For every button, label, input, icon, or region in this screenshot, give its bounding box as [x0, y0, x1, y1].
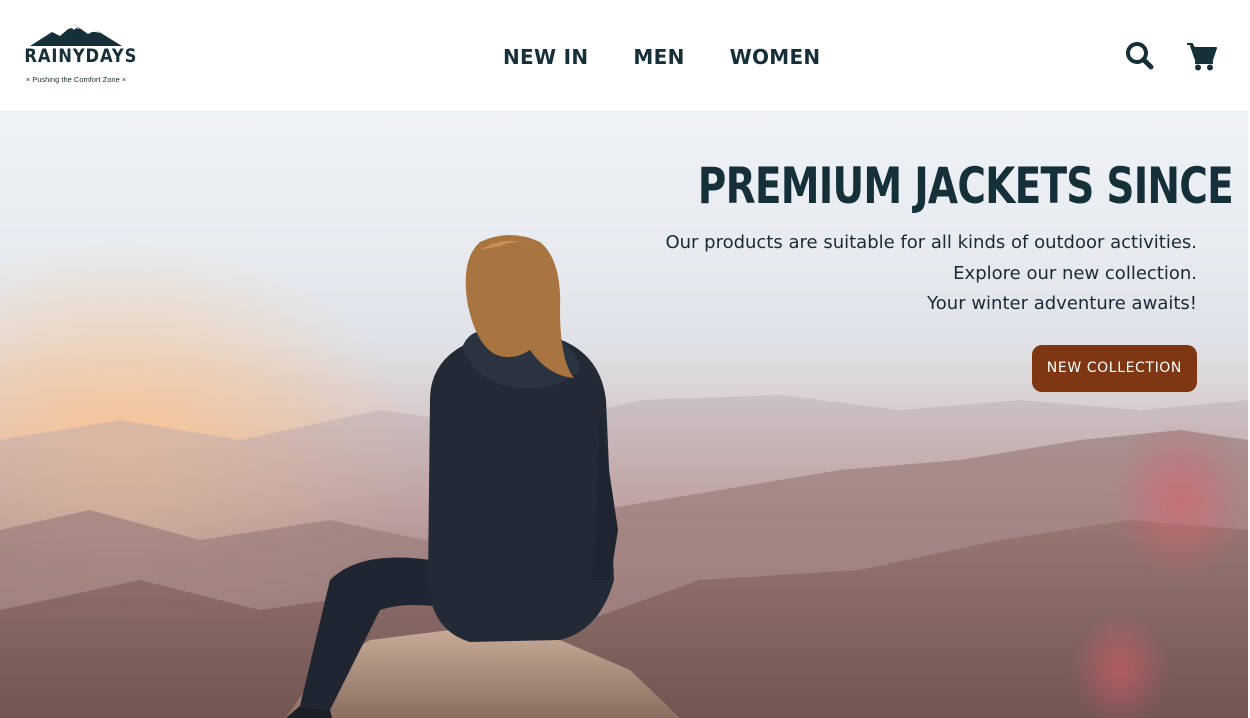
new-collection-button[interactable]: NEW COLLECTION — [1031, 344, 1197, 392]
main-nav: NEW IN MEN WOMEN — [503, 42, 820, 72]
nav-item-women[interactable]: WOMEN — [730, 42, 821, 72]
hero-line: Explore our new collection. — [953, 262, 1197, 284]
hero-description: Our products are suitable for all kinds … — [557, 228, 1197, 320]
hero-content: PREMIUM JACKETS SINCE 1990 Our products … — [557, 156, 1248, 392]
logo-tagline: × Pushing the Comfort Zone × — [25, 75, 127, 84]
hero-banner: PREMIUM JACKETS SINCE 1990 Our products … — [0, 110, 1248, 718]
nav-item-men[interactable]: MEN — [633, 42, 684, 72]
site-header: RAINYDAYS × Pushing the Comfort Zone × N… — [0, 0, 1250, 110]
nav-item-new-in[interactable]: NEW IN — [503, 42, 588, 72]
hero-title: PREMIUM JACKETS SINCE 1990 — [697, 157, 1248, 215]
search-button[interactable] — [1124, 40, 1156, 72]
hero-line: Our products are suitable for all kinds … — [665, 232, 1197, 253]
search-icon — [1126, 42, 1154, 70]
logo-link[interactable]: RAINYDAYS × Pushing the Comfort Zone × — [16, 22, 136, 88]
logo-wordmark: RAINYDAYS — [24, 45, 138, 67]
hero-line: Your winter adventure awaits! — [927, 293, 1197, 314]
mountain-logo-icon — [30, 24, 122, 46]
page: RAINYDAYS × Pushing the Comfort Zone × N… — [0, 0, 1250, 718]
cart-icon — [1187, 43, 1217, 71]
cart-button[interactable] — [1186, 40, 1218, 72]
